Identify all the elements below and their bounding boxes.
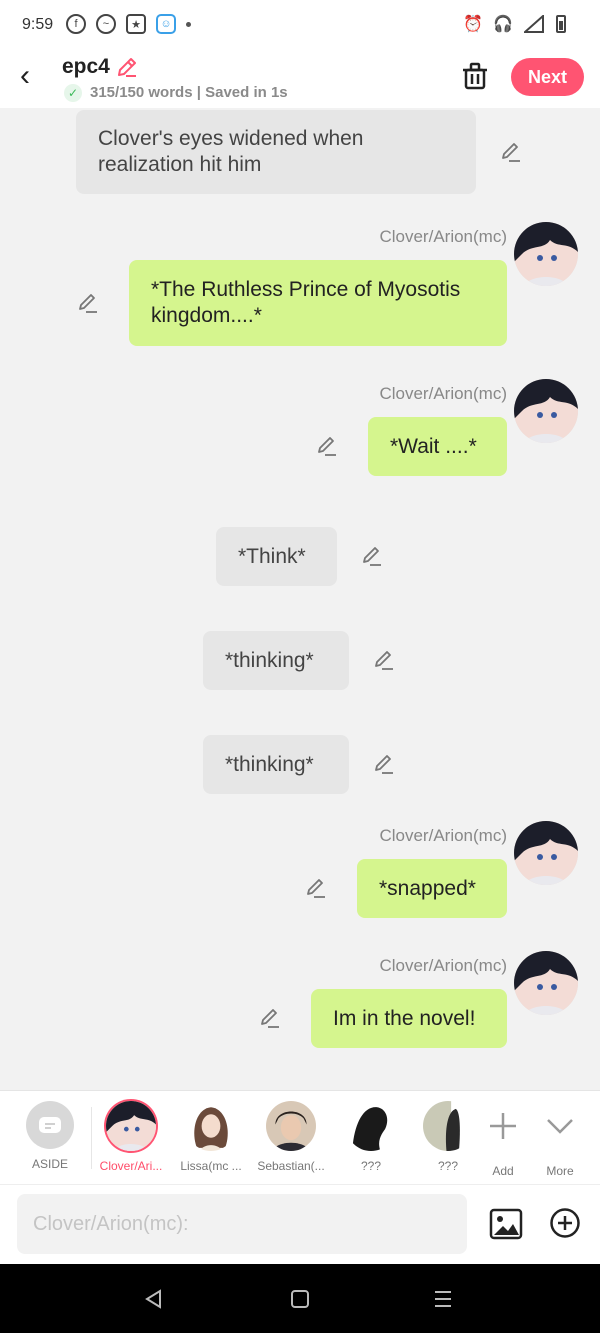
- character-chip[interactable]: Clover/Ari...: [96, 1101, 166, 1173]
- word-count-status: 315/150 words | Saved in 1s: [90, 84, 288, 101]
- character-avatar[interactable]: [514, 821, 578, 885]
- story-title[interactable]: epc4: [62, 55, 110, 79]
- trash-icon[interactable]: [462, 62, 488, 90]
- message-text: *snapped*: [379, 876, 476, 900]
- edit-title-icon[interactable]: [116, 56, 138, 78]
- headphones-icon: 🎧: [493, 16, 513, 33]
- next-button[interactable]: Next: [511, 58, 584, 96]
- message-input[interactable]: [17, 1194, 467, 1254]
- more-button[interactable]: More: [525, 1101, 595, 1178]
- nav-back-icon[interactable]: [143, 1288, 165, 1310]
- character-chip[interactable]: ???: [336, 1101, 406, 1173]
- chat-area[interactable]: Clover's eyes widened when realization h…: [0, 108, 600, 1090]
- chevron-down-icon: [547, 1119, 573, 1134]
- message-text: *thinking*: [225, 752, 314, 776]
- character-avatar[interactable]: [514, 222, 578, 286]
- input-row: [0, 1184, 600, 1265]
- signal-icon: [524, 15, 544, 33]
- edit-message-icon[interactable]: [373, 753, 395, 775]
- character-name: Clover/Arion(mc): [379, 227, 507, 246]
- dialogue-bubble[interactable]: Im in the novel!: [311, 989, 507, 1048]
- status-bar: 9:59 f ~ ★ ☺ ⏰ 🎧: [0, 0, 600, 52]
- character-chip-label: ???: [360, 1159, 382, 1173]
- character-chip-label: Clover/Ari...: [99, 1159, 163, 1173]
- more-label: More: [546, 1164, 574, 1178]
- character-avatar: [266, 1101, 316, 1151]
- dialogue-bubble[interactable]: *snapped*: [357, 859, 507, 918]
- edit-message-icon[interactable]: [259, 1007, 281, 1029]
- narration-bubble[interactable]: Clover's eyes widened when realization h…: [76, 110, 476, 194]
- message-text: *Wait ....*: [390, 434, 477, 458]
- dialogue-bubble[interactable]: *Wait ....*: [368, 417, 507, 476]
- character-chip[interactable]: Sebastian(...: [256, 1101, 326, 1173]
- app-face-icon: ☺: [156, 14, 176, 34]
- status-time: 9:59: [22, 16, 54, 33]
- divider: [91, 1107, 92, 1169]
- character-avatar: [346, 1101, 396, 1151]
- aside-icon: [26, 1101, 74, 1149]
- app-star-icon: ★: [126, 14, 146, 34]
- character-avatar: [423, 1101, 473, 1151]
- message-text: *The Ruthless Prince of Myosotis kingdom…: [151, 278, 461, 327]
- plus-icon: [490, 1113, 516, 1139]
- edit-message-icon[interactable]: [373, 649, 395, 671]
- character-name: Clover/Arion(mc): [379, 384, 507, 403]
- narration-bubble[interactable]: *Think*: [216, 527, 337, 586]
- dialogue-bubble[interactable]: *The Ruthless Prince of Myosotis kingdom…: [129, 260, 507, 346]
- nav-menu-icon[interactable]: [432, 1288, 454, 1310]
- messenger-icon: ~: [96, 14, 116, 34]
- character-bar: ASIDE Clover/Ari... Lissa(mc ... Sebasti…: [0, 1090, 600, 1185]
- character-avatar: [106, 1101, 156, 1151]
- character-avatar[interactable]: [514, 951, 578, 1015]
- edit-message-icon[interactable]: [316, 435, 338, 457]
- alarm-icon: ⏰: [463, 16, 483, 33]
- back-arrow-icon[interactable]: ‹: [20, 61, 44, 91]
- facebook-icon: f: [66, 14, 86, 34]
- edit-message-icon[interactable]: [361, 545, 383, 567]
- character-chip[interactable]: Lissa(mc ...: [176, 1101, 246, 1173]
- saved-check-icon: ✓: [64, 84, 82, 102]
- character-avatar[interactable]: [514, 379, 578, 443]
- battery-icon: [556, 15, 566, 33]
- message-text: *thinking*: [225, 648, 314, 672]
- editor-header: ‹ epc4 ✓ 315/150 words | Saved in 1s Nex…: [0, 52, 600, 108]
- more-notifications-icon: [186, 21, 191, 27]
- edit-message-icon[interactable]: [77, 292, 99, 314]
- character-chip-label: Lissa(mc ...: [180, 1159, 242, 1173]
- add-circle-icon[interactable]: [549, 1207, 581, 1239]
- message-text: Im in the novel!: [333, 1006, 476, 1030]
- narration-bubble[interactable]: *thinking*: [203, 631, 349, 690]
- character-name: Clover/Arion(mc): [379, 826, 507, 845]
- insert-image-icon[interactable]: [489, 1207, 523, 1241]
- character-name: Clover/Arion(mc): [379, 956, 507, 975]
- edit-message-icon[interactable]: [305, 877, 327, 899]
- aside-label: ASIDE: [31, 1157, 68, 1171]
- character-avatar: [186, 1101, 236, 1151]
- character-chip-label: Sebastian(...: [257, 1159, 325, 1173]
- aside-button[interactable]: ASIDE: [15, 1101, 85, 1171]
- message-text: Clover's eyes widened when realization h…: [98, 127, 364, 176]
- edit-message-icon[interactable]: [500, 141, 522, 163]
- system-nav-bar: [0, 1264, 600, 1333]
- narration-bubble[interactable]: *thinking*: [203, 735, 349, 794]
- message-text: *Think*: [238, 544, 306, 568]
- nav-home-icon[interactable]: [289, 1288, 311, 1310]
